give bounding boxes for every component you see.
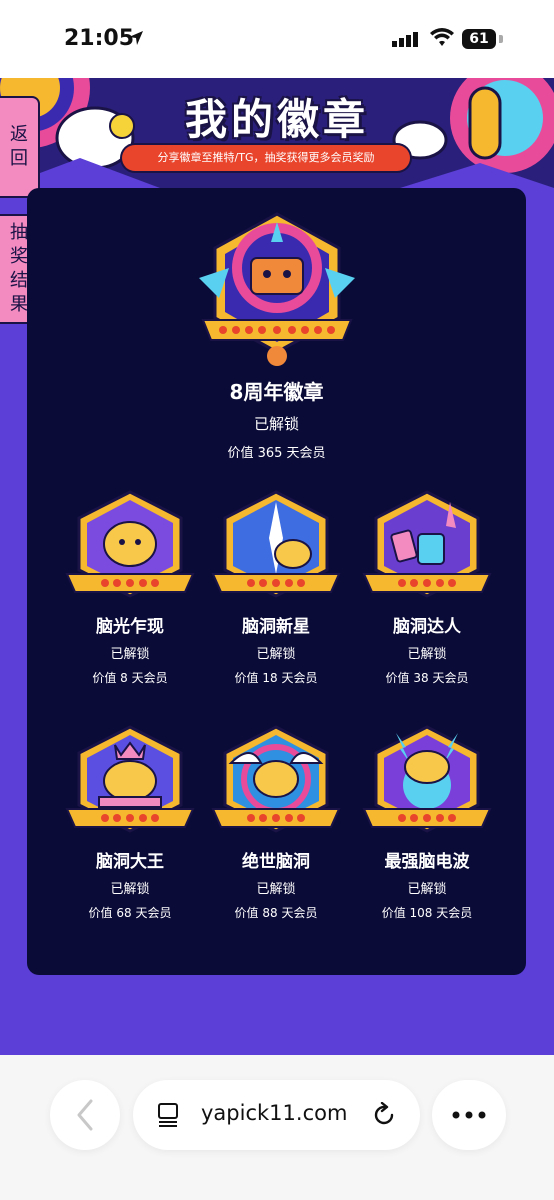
badge-name: 脑洞达人 xyxy=(393,617,461,637)
status-bar: 21:05 61 xyxy=(0,0,554,78)
badge-value: 价值 88 天会员 xyxy=(234,906,318,920)
badge-name: 最强脑电波 xyxy=(384,852,470,872)
signal-icon xyxy=(392,32,418,47)
badge-value: 价值 18 天会员 xyxy=(234,671,318,685)
badge-item[interactable]: 脑洞达人 已解锁 价值 38 天会员 xyxy=(350,488,504,686)
page-content: 我的徽章 分享徽章至推特/TG，抽奖获得更多会员奖励 返回 抽奖结果 8周年徽章… xyxy=(0,78,554,1055)
badge-status: 已解锁 xyxy=(256,647,296,662)
browser-toolbar: yapick11.com xyxy=(0,1055,554,1200)
more-options-button[interactable] xyxy=(432,1080,506,1150)
badge-name: 脑洞大王 xyxy=(96,852,164,872)
badge-status: 已解锁 xyxy=(110,882,150,897)
address-bar[interactable]: yapick11.com xyxy=(133,1080,420,1150)
brain-badge-icon xyxy=(362,725,492,833)
back-button[interactable]: 返回 xyxy=(0,96,40,198)
reload-icon[interactable] xyxy=(371,1102,397,1128)
badge-name: 8周年徽章 xyxy=(229,380,324,404)
badge-anniversary[interactable]: 8周年徽章 已解锁 价值 365 天会员 xyxy=(27,208,526,461)
share-hint-banner[interactable]: 分享徽章至推特/TG，抽奖获得更多会员奖励 xyxy=(122,145,410,171)
anniversary-badge-icon xyxy=(198,212,355,366)
badge-name: 脑洞新星 xyxy=(242,617,310,637)
badge-status: 已解锁 xyxy=(256,882,296,897)
badge-status: 已解锁 xyxy=(407,882,447,897)
battery-icon: 61 xyxy=(462,29,496,49)
brain-badge-icon xyxy=(211,725,341,833)
browser-back-button[interactable] xyxy=(50,1080,120,1150)
badge-status: 已解锁 xyxy=(110,647,150,662)
badge-panel: 8周年徽章 已解锁 价值 365 天会员 脑光乍现 已解锁 价值 8 天会员 脑… xyxy=(27,188,526,975)
back-chevron-icon xyxy=(77,1099,93,1131)
badge-item[interactable]: 脑洞大王 已解锁 价值 68 天会员 xyxy=(53,723,207,921)
battery-nub xyxy=(499,35,503,43)
more-icon xyxy=(452,1111,486,1119)
badge-value: 价值 8 天会员 xyxy=(92,671,168,685)
badge-value: 价值 38 天会员 xyxy=(385,671,469,685)
page-icon xyxy=(158,1103,178,1127)
back-button-label: 返回 xyxy=(10,124,28,169)
lottery-results-label: 抽奖结果 xyxy=(10,222,28,315)
badge-item[interactable]: 脑光乍现 已解锁 价值 8 天会员 xyxy=(53,488,207,686)
location-arrow-icon xyxy=(129,31,143,45)
badge-value: 价值 68 天会员 xyxy=(88,906,172,920)
badge-status: 已解锁 xyxy=(407,647,447,662)
wifi-icon xyxy=(430,28,454,46)
status-time: 21:05 xyxy=(64,26,135,51)
badge-name: 脑光乍现 xyxy=(96,617,164,637)
badge-item[interactable]: 绝世脑洞 已解锁 价值 88 天会员 xyxy=(199,723,353,921)
badge-item[interactable]: 脑洞新星 已解锁 价值 18 天会员 xyxy=(199,488,353,686)
badge-value: 价值 365 天会员 xyxy=(227,446,326,461)
brain-badge-icon xyxy=(211,490,341,598)
badge-status: 已解锁 xyxy=(253,415,299,433)
badge-name: 绝世脑洞 xyxy=(242,852,310,872)
badge-value: 价值 108 天会员 xyxy=(381,906,473,920)
brain-badge-icon xyxy=(362,490,492,598)
header-banner: 我的徽章 分享徽章至推特/TG，抽奖获得更多会员奖励 xyxy=(0,78,554,188)
badge-item[interactable]: 最强脑电波 已解锁 价值 108 天会员 xyxy=(350,723,504,921)
page-title: 我的徽章 xyxy=(184,95,369,144)
brain-badge-icon xyxy=(65,725,195,833)
url-text: yapick11.com xyxy=(201,1101,348,1125)
brain-badge-icon xyxy=(65,490,195,598)
